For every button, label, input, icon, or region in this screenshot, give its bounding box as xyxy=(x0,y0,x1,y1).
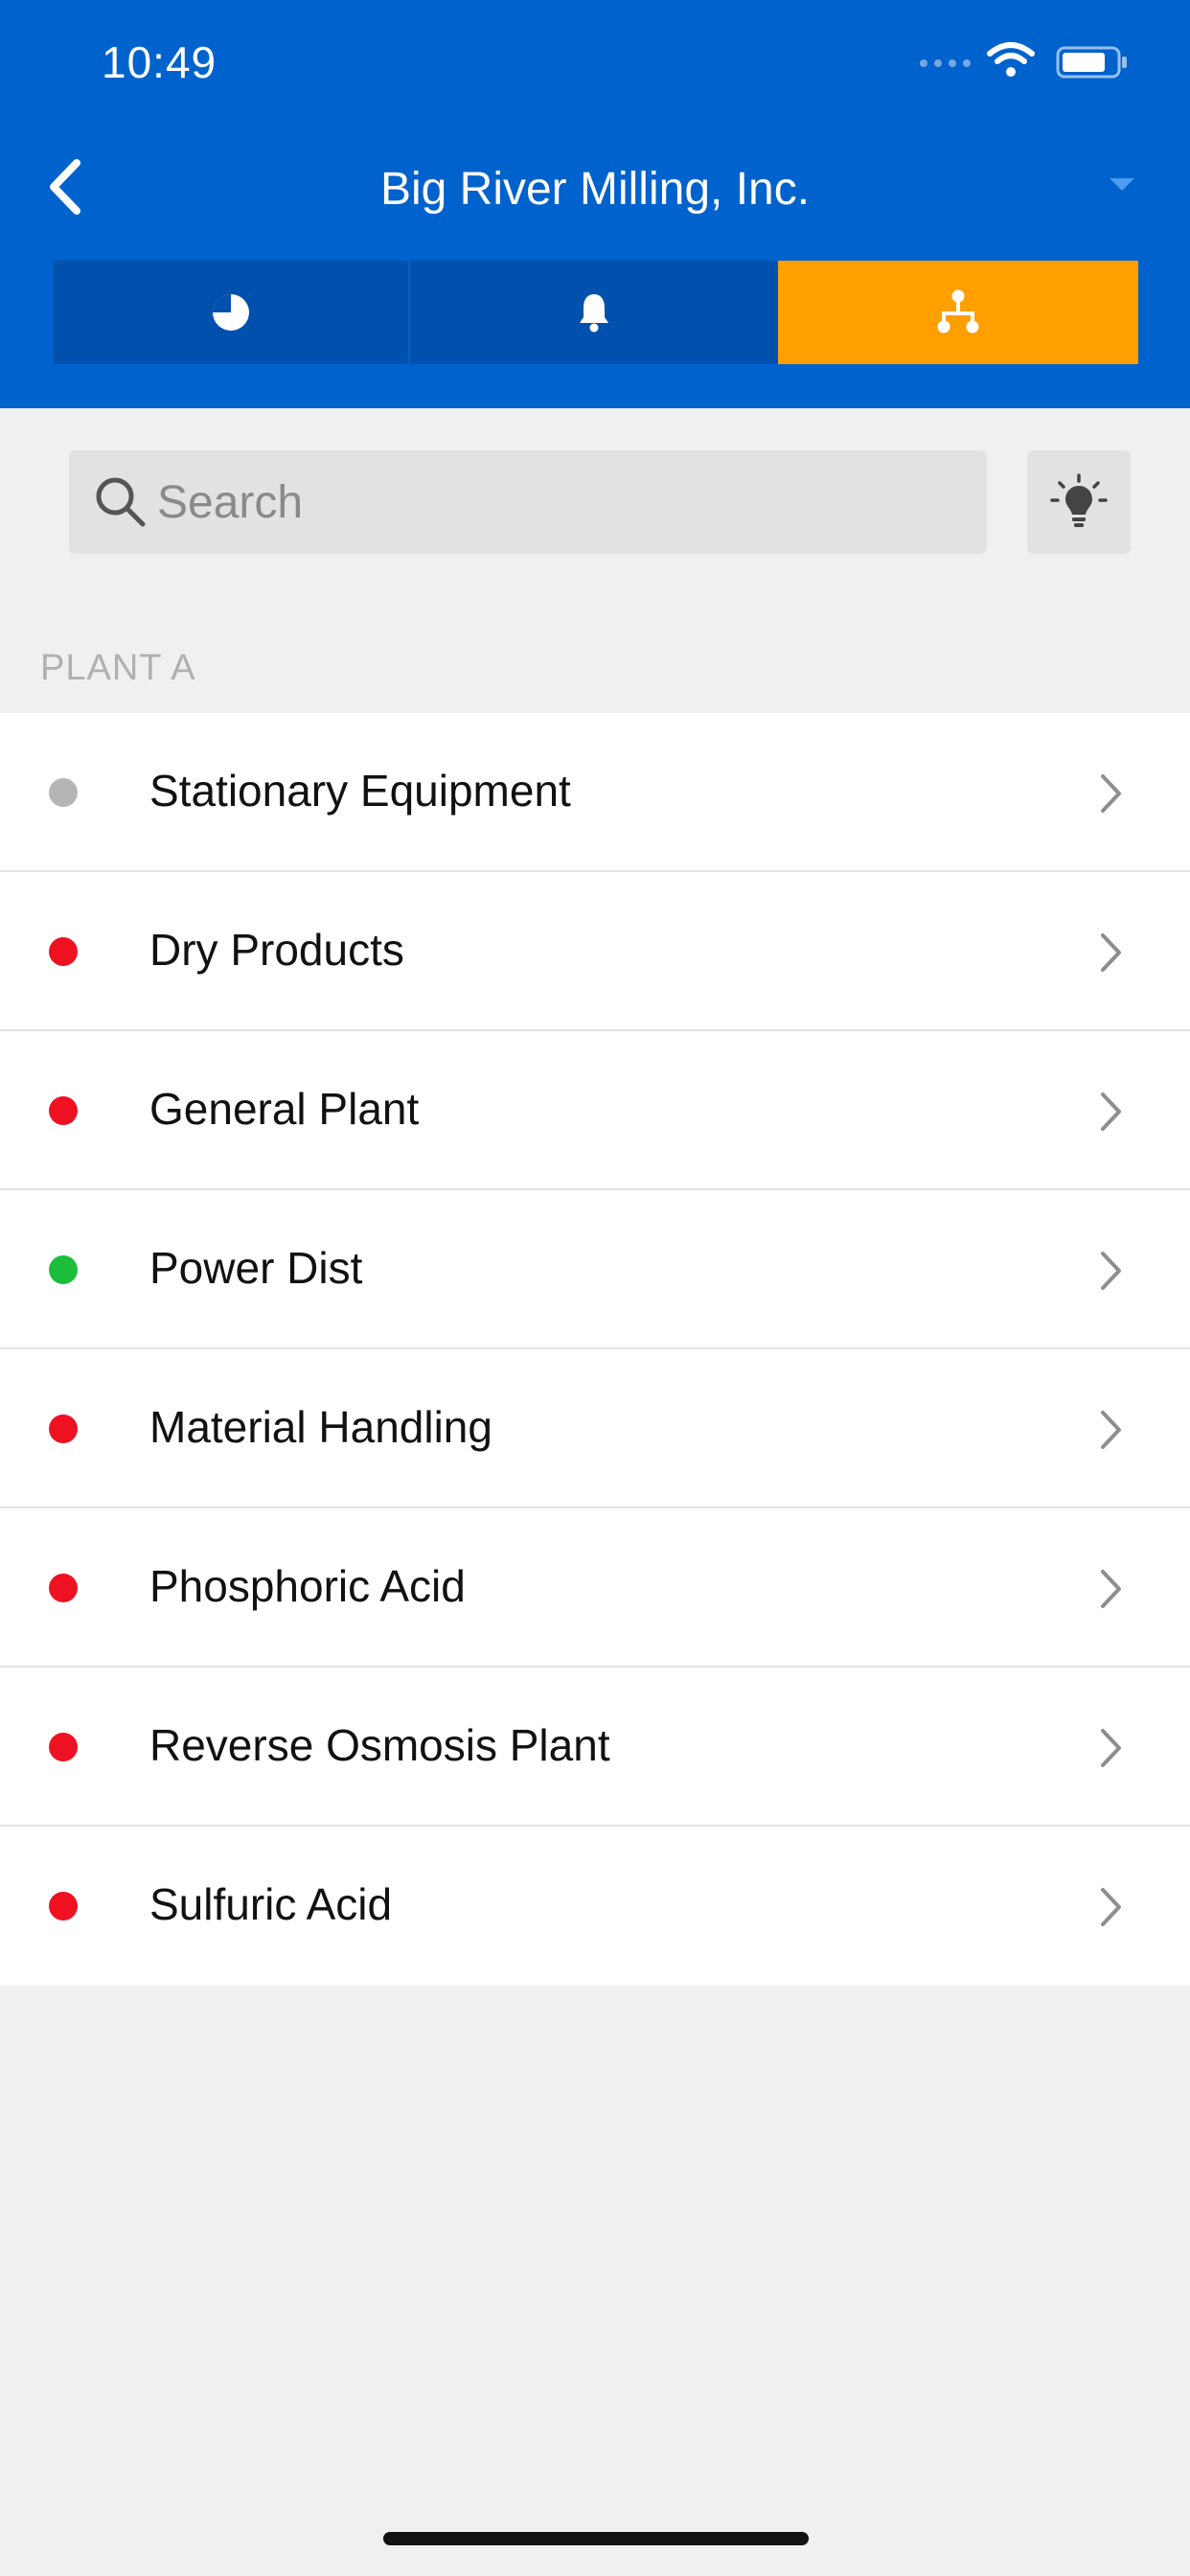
equipment-list: Stationary Equipment Dry Products General … xyxy=(0,713,1190,1986)
status-dot xyxy=(49,1733,78,1761)
list-item-label: Sulfuric Acid xyxy=(149,1879,393,1929)
view-tabs xyxy=(54,261,1138,364)
list-item[interactable]: Phosphoric Acid xyxy=(0,1508,1190,1668)
list-item-label: Dry Products xyxy=(149,925,404,975)
chevron-right-icon xyxy=(1101,1092,1121,1131)
list-item[interactable]: Material Handling xyxy=(0,1349,1190,1508)
wifi-icon xyxy=(987,42,1035,77)
list-item[interactable]: Reverse Osmosis Plant xyxy=(0,1668,1190,1827)
status-dot xyxy=(49,778,78,807)
list-item-label: General Plant xyxy=(149,1084,420,1134)
status-dot xyxy=(49,1892,78,1920)
list-item[interactable]: Dry Products xyxy=(0,872,1190,1031)
list-item-label: Phosphoric Acid xyxy=(149,1561,466,1611)
list-item[interactable]: Power Dist xyxy=(0,1190,1190,1349)
status-dot xyxy=(49,937,78,966)
hierarchy-icon xyxy=(937,289,979,334)
lightbulb-button[interactable] xyxy=(1027,450,1131,554)
chevron-right-icon xyxy=(1101,1729,1121,1767)
search-icon xyxy=(96,477,146,527)
search-bar[interactable] xyxy=(69,450,987,554)
tab-dashboard[interactable] xyxy=(54,261,408,364)
list-item[interactable]: General Plant xyxy=(0,1031,1190,1190)
chevron-right-icon xyxy=(1101,1411,1121,1449)
section-header: PLANT A xyxy=(40,648,196,688)
search-input[interactable] xyxy=(157,450,972,554)
list-item-label: Reverse Osmosis Plant xyxy=(149,1720,610,1770)
search-row xyxy=(0,450,1190,556)
chevron-down-icon[interactable] xyxy=(1108,174,1136,194)
chevron-right-icon xyxy=(1101,774,1121,813)
list-item-label: Stationary Equipment xyxy=(149,766,571,816)
list-item-label: Power Dist xyxy=(149,1243,363,1293)
battery-icon xyxy=(1056,46,1127,79)
status-dot xyxy=(49,1574,78,1602)
pie-chart-icon xyxy=(213,294,249,331)
lightbulb-icon xyxy=(1050,473,1108,527)
tab-hierarchy[interactable] xyxy=(778,261,1138,364)
bell-icon xyxy=(580,294,608,333)
status-dot xyxy=(49,1096,78,1125)
cellular-signal-icon xyxy=(920,59,971,67)
status-dot xyxy=(49,1414,78,1443)
tab-alerts[interactable] xyxy=(408,261,778,364)
page-title: Big River Milling, Inc. xyxy=(379,164,811,215)
list-item[interactable]: Stationary Equipment xyxy=(0,713,1190,872)
status-time: 10:49 xyxy=(102,37,217,87)
list-item-label: Material Handling xyxy=(149,1402,492,1452)
chevron-right-icon xyxy=(1101,1888,1121,1926)
chevron-right-icon xyxy=(1101,1570,1121,1608)
list-item[interactable]: Sulfuric Acid xyxy=(0,1827,1190,1986)
home-indicator[interactable] xyxy=(383,2532,809,2545)
status-dot xyxy=(49,1255,78,1284)
chevron-right-icon xyxy=(1101,1252,1121,1290)
app-header: 10:49 Big River Milling, Inc. xyxy=(0,0,1190,408)
chevron-right-icon xyxy=(1101,933,1121,972)
